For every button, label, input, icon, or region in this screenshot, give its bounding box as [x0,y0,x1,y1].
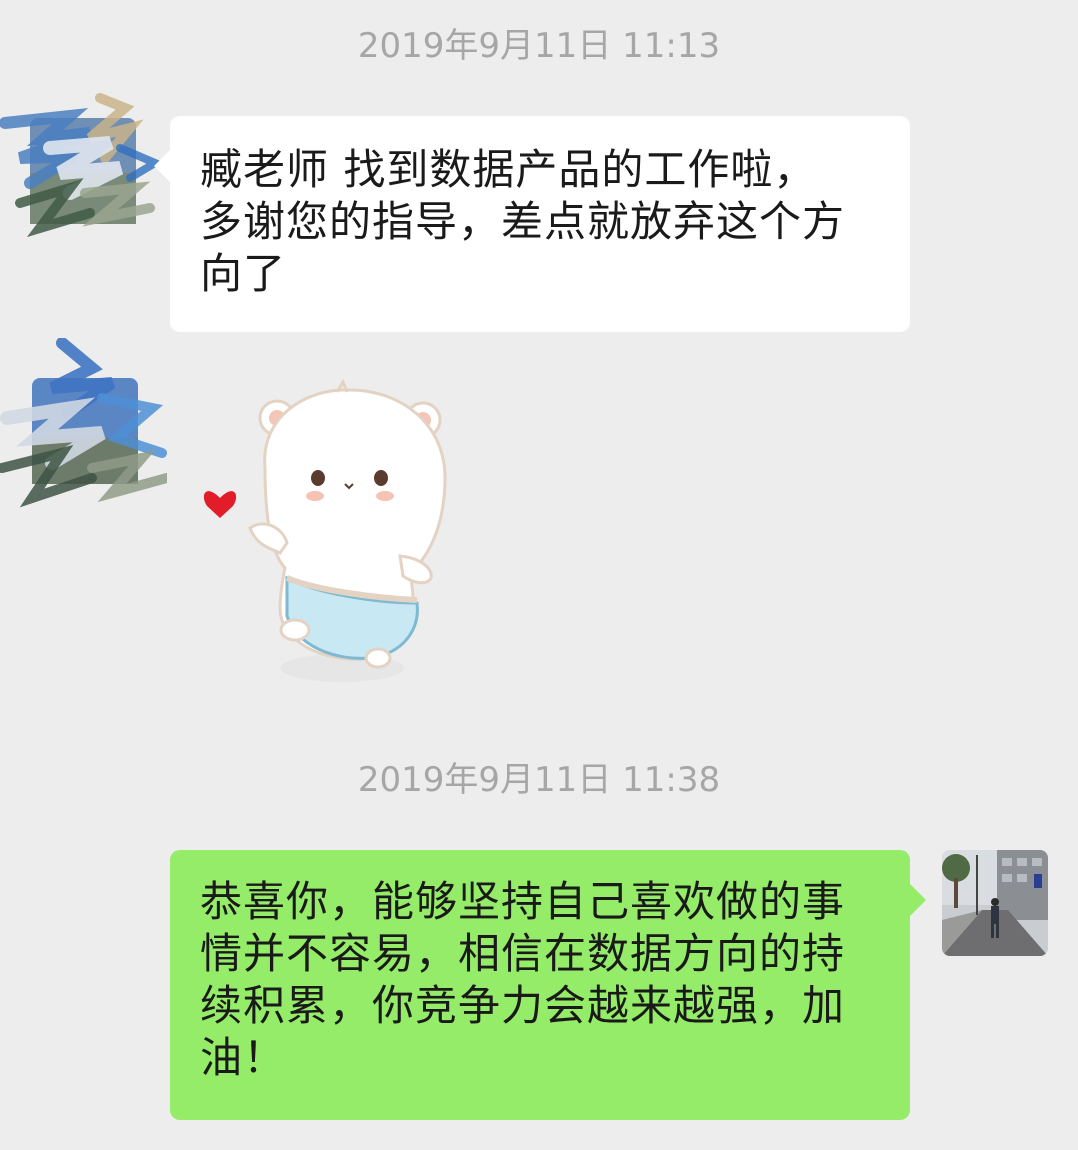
timestamp: 2019年9月11日 11:38 [357,760,721,800]
bubble-tail [154,150,170,182]
contact-avatar[interactable] [0,338,167,508]
message-bubble-sent[interactable]: 恭喜你，能够坚持自己喜欢做的事 情并不容易，相信在数据方向的持 续积累，你竞争力… [170,850,926,1120]
message-text: 臧老师 找到数据产品的工作啦， 多谢您的指导，差点就放弃这个方 向了 [200,145,846,298]
message-bubble-received[interactable]: 臧老师 找到数据产品的工作啦， 多谢您的指导，差点就放弃这个方 向了 [154,116,910,332]
bear-heart-sticker[interactable] [195,378,465,688]
contact-avatar[interactable] [0,93,160,238]
bubble-tail [910,884,926,916]
self-avatar[interactable] [942,850,1048,956]
timestamp: 2019年9月11日 11:13 [357,26,721,66]
heart-icon [203,491,237,518]
message-text: 恭喜你，能够坚持自己喜欢做的事 情并不容易，相信在数据方向的持 续积累，你竞争力… [200,877,846,1082]
